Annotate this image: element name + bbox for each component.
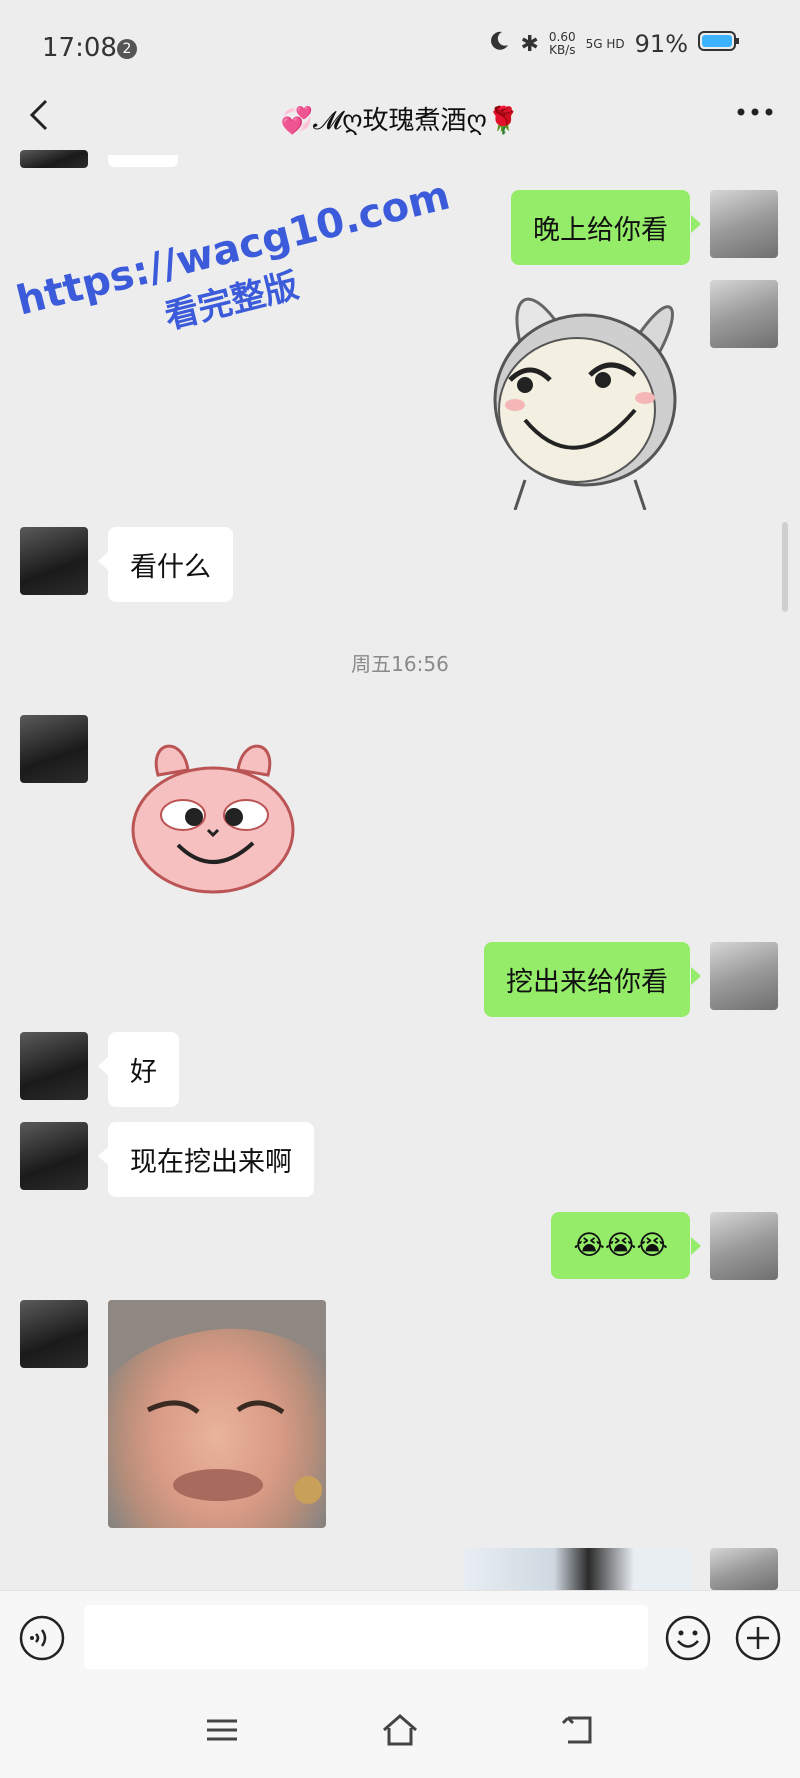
sticker-image <box>131 744 295 894</box>
battery-percent: 91% <box>634 30 688 58</box>
sticker-bunny-grey[interactable] <box>485 280 685 511</box>
chat-timestamp: 周五16:56 <box>351 652 449 676</box>
message-bubble-contact[interactable]: 好 <box>108 1032 179 1107</box>
moon-icon <box>488 30 510 58</box>
partial-bubble <box>108 155 178 167</box>
menu-icon <box>207 1719 237 1741</box>
avatar-contact[interactable] <box>20 1032 88 1100</box>
image-message-partial[interactable] <box>463 1548 691 1590</box>
bubble-tail <box>98 1147 108 1165</box>
nav-home-button[interactable] <box>380 1710 420 1750</box>
avatar-me[interactable] <box>710 942 778 1010</box>
watermark: https://wacg10.com 看完整版 <box>12 172 466 372</box>
plus-button[interactable] <box>734 1614 782 1662</box>
status-right: ✱ 0.60 KB/s 5G HD 91% <box>488 30 740 58</box>
bubble-tail <box>98 1057 108 1075</box>
scrollbar[interactable] <box>782 522 788 612</box>
bubble-tail <box>691 215 701 233</box>
home-icon <box>383 1714 417 1746</box>
sticker-bunny-pink[interactable] <box>128 735 298 895</box>
avatar-contact[interactable] <box>20 150 88 168</box>
net-speed-unit: KB/s <box>549 43 576 57</box>
avatar-me[interactable] <box>710 1212 778 1280</box>
image-message-baby[interactable] <box>108 1300 326 1528</box>
bluetooth-icon: ✱ <box>520 31 539 57</box>
net-speed: 0.60 KB/s <box>549 31 576 57</box>
avatar-contact[interactable] <box>20 1300 88 1368</box>
avatar-me[interactable] <box>710 190 778 258</box>
more-dots-icon <box>737 108 773 116</box>
message-bubble-contact[interactable]: 看什么 <box>108 527 233 602</box>
battery-icon <box>698 30 740 58</box>
bubble-tail <box>98 552 108 570</box>
status-time: 17:08 <box>42 33 117 63</box>
voice-button[interactable] <box>18 1614 66 1662</box>
chat-title: 💞𝓜ღ玫瑰煮酒ღ🌹 <box>280 106 520 136</box>
more-button[interactable] <box>735 102 775 132</box>
avatar-contact[interactable] <box>20 527 88 595</box>
photo-image <box>108 1300 326 1504</box>
avatar-me[interactable] <box>710 280 778 348</box>
avatar-me[interactable] <box>710 1548 778 1590</box>
avatar-contact[interactable] <box>20 715 88 783</box>
message-input[interactable] <box>84 1605 648 1669</box>
voice-icon <box>19 1615 65 1661</box>
nav-back-button[interactable] <box>560 1712 596 1748</box>
return-icon <box>561 1716 592 1744</box>
bubble-tail <box>691 1237 701 1255</box>
message-bubble-me[interactable]: 挖出来给你看 <box>484 942 690 1017</box>
plus-icon <box>735 1615 781 1661</box>
notification-badge: 2 <box>117 39 137 59</box>
message-bubble-me[interactable]: 😭😭😭 <box>551 1212 690 1279</box>
nav-menu-button[interactable] <box>204 1712 240 1748</box>
bubble-tail <box>691 967 701 985</box>
message-bubble-me[interactable]: 晚上给你看 <box>511 190 690 265</box>
emoji-icon <box>665 1615 711 1661</box>
message-bubble-contact[interactable]: 现在挖出来啊 <box>108 1122 314 1197</box>
emoji-button[interactable] <box>664 1614 712 1662</box>
signal-label: 5G HD <box>585 37 625 51</box>
sticker-image <box>493 297 677 511</box>
avatar-contact[interactable] <box>20 1122 88 1190</box>
